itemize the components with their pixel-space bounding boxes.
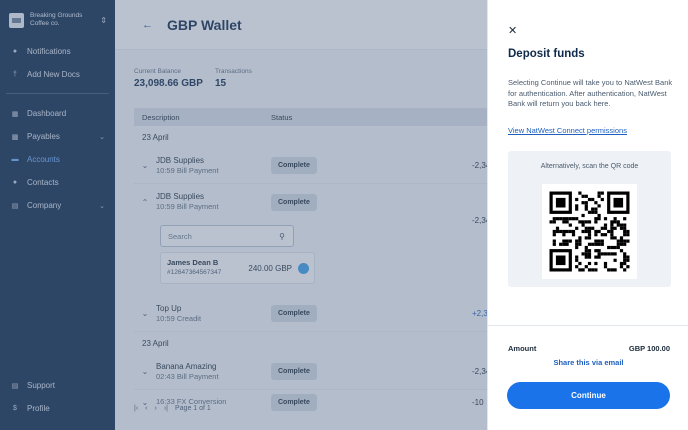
drawer-description: Selecting Continue will take you to NatW… <box>508 78 673 108</box>
close-icon[interactable]: ✕ <box>508 24 517 37</box>
qr-panel: Alternatively, scan the QR code <box>508 151 671 287</box>
divider <box>488 325 688 326</box>
share-email-link[interactable]: Share this via email <box>488 358 688 367</box>
modal-backdrop[interactable] <box>0 0 487 430</box>
continue-button[interactable]: Continue <box>507 382 670 409</box>
amount-label: Amount <box>508 344 537 353</box>
deposit-drawer: ✕ Deposit funds Selecting Continue will … <box>487 0 688 430</box>
qr-code-icon <box>542 184 637 279</box>
qr-caption: Alternatively, scan the QR code <box>540 163 639 170</box>
permissions-link[interactable]: View NatWest Connect permissions <box>508 126 627 135</box>
drawer-title: Deposit funds <box>508 48 585 60</box>
amount-value: GBP 100.00 <box>628 344 670 353</box>
